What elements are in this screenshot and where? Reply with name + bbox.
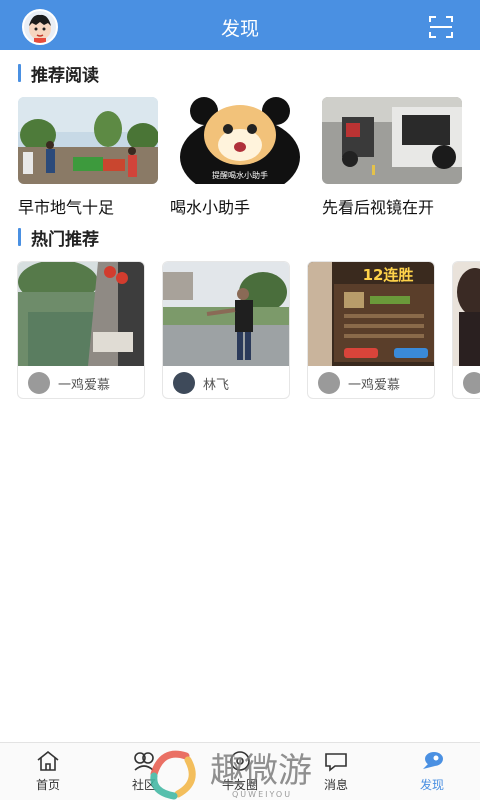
user-avatar [463, 372, 480, 394]
message-icon [325, 753, 347, 772]
drink-water-helper-image: 提醒喝水小助手 [170, 97, 310, 184]
recommended-caption: 喝水小助手 [170, 200, 251, 217]
nav-messages[interactable]: 消息 [288, 743, 384, 800]
hot-card-user[interactable]: 林飞 [173, 372, 229, 394]
nav-label: 社区 [131, 778, 156, 792]
nav-community[interactable]: 社区 [96, 743, 192, 800]
user-avatar [318, 372, 340, 394]
nav-label: 首页 [35, 778, 60, 792]
rearview-mirror-photo [322, 97, 462, 184]
recommended-caption: 先看后视镜在开 [322, 200, 435, 217]
hot-section-header: 热门推荐 [18, 226, 99, 249]
section-accent-bar [18, 228, 21, 246]
recommended-card[interactable]: 早市地气十足 [18, 97, 158, 218]
drink-water-image-text: 提醒喝水小助手 [212, 170, 268, 180]
hot-card-partial[interactable] [452, 261, 480, 399]
nav-discover[interactable]: 发现 [384, 743, 480, 800]
username: 林飞 [203, 376, 230, 392]
morning-market-photo [18, 97, 158, 184]
username: 一鸡爱慕 [58, 376, 111, 392]
hot-card[interactable]: 林飞 [162, 261, 290, 399]
community-icon [134, 752, 154, 771]
recommended-caption: 早市地气十足 [18, 200, 115, 217]
win-streak-text: 12连胜 [363, 266, 414, 284]
recommended-card[interactable]: 先看后视镜在开 [322, 97, 462, 218]
recommended-section-title: 推荐阅读 [31, 65, 99, 85]
section-accent-bar [18, 64, 21, 82]
username: 一鸡爱慕 [348, 376, 401, 392]
river-village-photo [18, 262, 144, 366]
hot-section-title: 热门推荐 [31, 229, 99, 249]
top-bar: 发现 [0, 0, 480, 50]
road-fishing-photo [163, 262, 289, 366]
user-avatar [28, 372, 50, 394]
nav-home[interactable]: 首页 [0, 743, 96, 800]
friends-circle-icon [230, 751, 250, 771]
nav-label: 牛友圈 [221, 778, 258, 792]
scan-icon[interactable] [428, 14, 454, 40]
recommended-card[interactable]: 提醒喝水小助手 喝水小助手 [170, 97, 310, 218]
game-screenshot: 12连胜 [308, 262, 434, 366]
hot-card-user [463, 372, 480, 394]
nav-label: 消息 [323, 778, 348, 792]
hot-card-user[interactable]: 一鸡爱慕 [28, 372, 110, 394]
page-title: 发现 [220, 19, 259, 40]
bottom-nav: 首页 社区 牛友圈 消息 发现 [0, 742, 480, 800]
discover-icon [423, 752, 443, 769]
hot-card[interactable]: 一鸡爱慕 [17, 261, 145, 399]
home-icon [37, 750, 59, 771]
partial-photo [453, 262, 480, 366]
recommended-section-header: 推荐阅读 [18, 62, 99, 85]
hot-card-user[interactable]: 一鸡爱慕 [318, 372, 400, 394]
user-avatar [173, 372, 195, 394]
nav-friends-circle[interactable]: 牛友圈 [192, 743, 288, 800]
nav-label: 发现 [419, 778, 444, 792]
hot-card[interactable]: 12连胜 一鸡爱慕 [307, 261, 435, 399]
